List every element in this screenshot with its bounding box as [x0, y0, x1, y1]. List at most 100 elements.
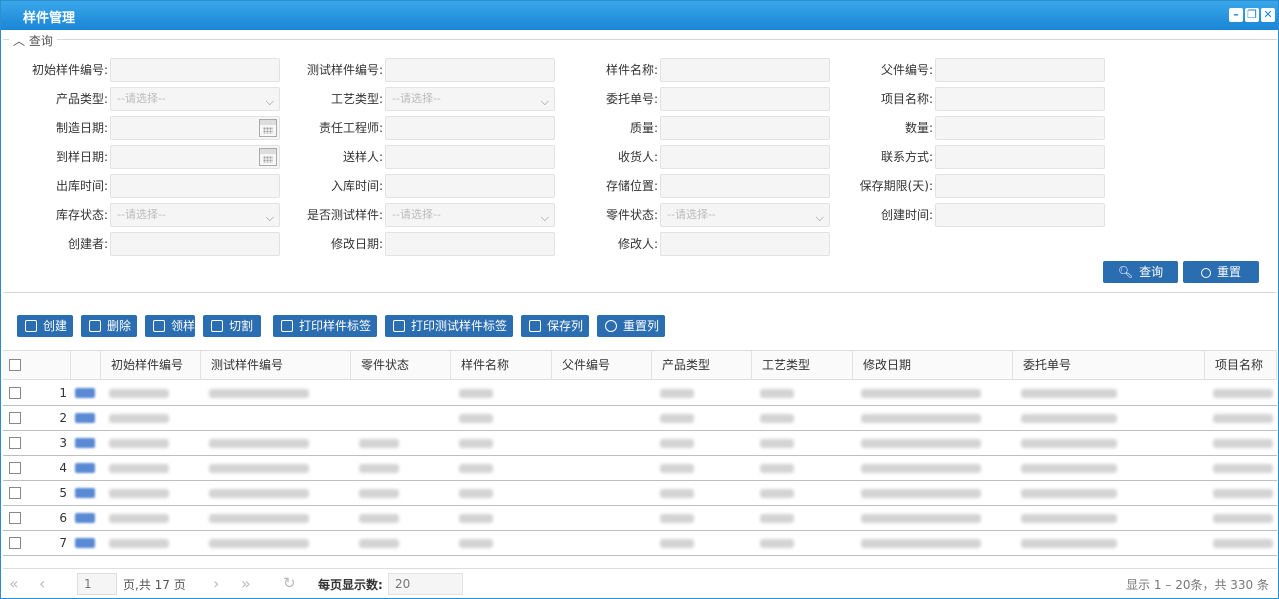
calendar-icon[interactable] — [259, 119, 277, 137]
row-edit-icon[interactable] — [75, 388, 95, 398]
text-field[interactable] — [660, 58, 830, 82]
chevron-down-icon[interactable]: ⌵ — [266, 91, 274, 113]
refresh-icon[interactable]: ↻ — [283, 574, 296, 592]
row-number: 6 — [59, 511, 67, 525]
close-icon[interactable]: ✕ — [1261, 8, 1275, 22]
row-checkbox[interactable] — [9, 437, 21, 449]
date-field[interactable] — [110, 145, 280, 169]
field-label: 工艺类型: — [330, 92, 383, 106]
select-all-checkbox[interactable] — [9, 359, 21, 371]
text-field[interactable] — [385, 232, 555, 256]
column-header[interactable]: 零件状态 — [351, 351, 451, 380]
select-field[interactable]: --请选择-- ⌵ — [385, 203, 555, 227]
column-header[interactable]: 父件编号 — [552, 351, 652, 380]
toolbar-button[interactable]: 创建 — [17, 315, 73, 337]
text-field[interactable] — [935, 116, 1105, 140]
toolbar-button-label: 打印样件标签 — [299, 319, 372, 333]
row-edit-icon[interactable] — [75, 488, 95, 498]
toolbar-button[interactable]: 删除 — [81, 315, 137, 337]
column-header[interactable]: 修改日期 — [853, 351, 1013, 380]
row-edit-icon[interactable] — [75, 538, 95, 548]
query-legend[interactable]: ︿ 查询 — [9, 32, 57, 49]
row-checkbox[interactable] — [9, 487, 21, 499]
row-checkbox[interactable] — [9, 537, 21, 549]
text-field[interactable] — [660, 174, 830, 198]
column-header[interactable]: 初始样件编号 — [101, 351, 201, 380]
toolbar-button[interactable]: 打印样件标签 — [273, 315, 377, 337]
restore-icon[interactable]: ❐ — [1245, 8, 1259, 22]
row-checkbox[interactable] — [9, 387, 21, 399]
column-header[interactable]: 测试样件编号 — [201, 351, 351, 380]
toolbar-button[interactable]: 打印测试样件标签 — [385, 315, 513, 337]
column-header[interactable]: 产品类型 — [652, 351, 752, 380]
field-label: 保存期限(天): — [859, 179, 933, 193]
chevron-down-icon[interactable]: ⌵ — [541, 91, 549, 113]
select-field[interactable]: --请选择-- ⌵ — [385, 87, 555, 111]
calendar-icon[interactable] — [259, 148, 277, 166]
table-row[interactable]: 6 — [3, 506, 1277, 531]
collapse-icon[interactable]: ︿ — [13, 34, 25, 48]
table-cell — [760, 539, 794, 548]
icon-header — [71, 351, 101, 380]
chevron-down-icon[interactable]: ⌵ — [266, 207, 274, 229]
field-label: 项目名称: — [880, 92, 933, 106]
select-field[interactable]: --请选择-- ⌵ — [110, 203, 280, 227]
field-label: 测试样件编号: — [306, 63, 383, 77]
toolbar-button[interactable]: 保存列 — [521, 315, 589, 337]
table-row[interactable]: 3 — [3, 431, 1277, 456]
row-checkbox[interactable] — [9, 462, 21, 474]
page-input[interactable]: 1 — [77, 573, 117, 595]
text-field[interactable] — [660, 87, 830, 111]
text-field[interactable] — [935, 145, 1105, 169]
chevron-down-icon[interactable]: ⌵ — [816, 207, 824, 229]
select-field[interactable]: --请选择-- ⌵ — [110, 87, 280, 111]
search-button[interactable]: 🔍︎ 查询 — [1103, 261, 1178, 283]
text-field[interactable] — [385, 116, 555, 140]
prev-page-icon[interactable]: ‹ — [39, 574, 45, 593]
row-edit-icon[interactable] — [75, 413, 95, 423]
date-field[interactable] — [110, 116, 280, 140]
table-cell — [459, 414, 493, 423]
row-edit-icon[interactable] — [75, 513, 95, 523]
text-field[interactable] — [385, 58, 555, 82]
row-checkbox[interactable] — [9, 412, 21, 424]
table-cell — [1213, 539, 1273, 548]
row-checkbox[interactable] — [9, 512, 21, 524]
last-page-icon[interactable]: » — [241, 574, 251, 593]
text-field[interactable] — [110, 232, 280, 256]
column-header[interactable]: 工艺类型 — [752, 351, 853, 380]
text-field[interactable] — [935, 58, 1105, 82]
minimize-icon[interactable]: – — [1229, 8, 1243, 22]
table-row[interactable]: 7 — [3, 531, 1277, 556]
column-header[interactable]: 委托单号 — [1013, 351, 1205, 380]
next-page-icon[interactable]: › — [213, 574, 219, 593]
text-field[interactable] — [935, 87, 1105, 111]
text-field[interactable] — [385, 145, 555, 169]
text-field[interactable] — [935, 174, 1105, 198]
text-field[interactable] — [660, 116, 830, 140]
column-header[interactable]: 项目名称 — [1205, 351, 1277, 380]
table-row[interactable]: 4 — [3, 456, 1277, 481]
row-edit-icon[interactable] — [75, 463, 95, 473]
text-field[interactable] — [660, 145, 830, 169]
text-field[interactable] — [385, 174, 555, 198]
toolbar-button[interactable]: 重置列 — [597, 315, 665, 337]
text-field[interactable] — [110, 58, 280, 82]
table-cell — [109, 389, 169, 398]
table-cell — [760, 439, 794, 448]
text-field[interactable] — [935, 203, 1105, 227]
reset-button[interactable]: 重置 — [1183, 261, 1259, 283]
text-field[interactable] — [660, 232, 830, 256]
table-row[interactable]: 5 — [3, 481, 1277, 506]
table-row[interactable]: 2 — [3, 406, 1277, 431]
chevron-down-icon[interactable]: ⌵ — [541, 207, 549, 229]
toolbar-button[interactable]: 领样 — [145, 315, 195, 337]
text-field[interactable] — [110, 174, 280, 198]
column-header[interactable]: 样件名称 — [451, 351, 552, 380]
toolbar-button[interactable]: 切割 — [203, 315, 261, 337]
table-row[interactable]: 1 — [3, 381, 1277, 406]
first-page-icon[interactable]: « — [9, 574, 19, 593]
select-field[interactable]: --请选择-- ⌵ — [660, 203, 830, 227]
row-edit-icon[interactable] — [75, 438, 95, 448]
per-page-input[interactable]: 20 — [388, 573, 463, 595]
